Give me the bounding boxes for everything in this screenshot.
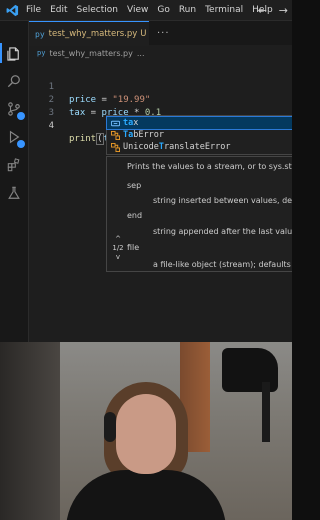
python-file-icon: py	[35, 29, 45, 39]
line-number: 4	[48, 121, 54, 131]
forward-arrow-icon[interactable]: →	[279, 4, 288, 17]
suggestion-item[interactable]: tax	[106, 116, 292, 130]
chevron-down-icon[interactable]: v	[111, 253, 125, 262]
chevron-up-icon[interactable]: ^	[111, 235, 125, 244]
menu-selection[interactable]: Selection	[77, 5, 118, 15]
active-indicator	[0, 43, 2, 63]
suggestion-rest: x	[133, 118, 139, 128]
code-line: 2 tax = price * 0.1	[29, 81, 162, 118]
hint-param-name: file	[127, 243, 140, 252]
changes-badge-icon	[17, 112, 25, 120]
token-bracket: (	[96, 133, 104, 145]
token-operator: =	[85, 108, 102, 118]
hint-param-name: sep	[127, 181, 142, 190]
hint-param-desc: string inserted between values, default	[153, 196, 292, 205]
breadcrumb-python-icon: py	[37, 49, 46, 57]
token-operator: =	[96, 95, 113, 105]
overload-navigator: ^ 1/2 v	[111, 235, 125, 262]
suggestion-prefix: Unicode	[123, 142, 159, 152]
hint-param-desc: a file-like object (stream); defaults to…	[153, 260, 292, 269]
token-string: "19.99"	[112, 95, 151, 105]
more-actions-icon[interactable]: ...	[157, 25, 170, 36]
search-icon[interactable]	[6, 73, 22, 89]
suggestion-rest: bError	[133, 130, 164, 140]
breadcrumb-more[interactable]: ...	[137, 49, 145, 58]
breadcrumb-file[interactable]: test_why_matters.py	[49, 49, 132, 58]
token-variable: tax	[69, 108, 86, 118]
extensions-icon[interactable]	[6, 157, 22, 173]
title-bar: File Edit Selection View Go Run Terminal…	[0, 0, 292, 21]
suggestion-item[interactable]: UnicodeTranslateError	[107, 141, 292, 153]
suggestion-item[interactable]: TabError	[107, 129, 292, 141]
background-lamp-arm	[262, 382, 270, 442]
suggestion-rest: ranslateError	[163, 142, 231, 152]
menu-go[interactable]: Go	[157, 5, 169, 15]
explorer-icon[interactable]	[6, 45, 22, 61]
testing-flask-icon[interactable]	[6, 185, 22, 201]
autocomplete-suggest-widget: tax TabError UnicodeTranslateError	[106, 115, 292, 155]
code-line: 3	[29, 94, 62, 118]
variable-icon	[110, 118, 120, 128]
run-badge-icon	[17, 140, 25, 148]
breadcrumb: py test_why_matters.py ...	[29, 45, 292, 61]
class-icon	[110, 142, 120, 152]
overload-counter: 1/2	[112, 244, 124, 252]
run-debug-icon[interactable]	[6, 129, 25, 148]
presenter-shirt	[66, 470, 226, 520]
hint-param-desc: string appended after the last value, d	[153, 227, 292, 236]
untracked-indicator: U	[140, 29, 147, 39]
presenter-face	[116, 394, 176, 474]
headset-icon	[104, 412, 116, 442]
vscode-logo-icon	[0, 0, 24, 20]
menu-bar: File Edit Selection View Go Run Terminal…	[26, 5, 273, 15]
navigation-controls: ← →	[258, 0, 288, 20]
webcam-overlay	[0, 342, 292, 520]
token-function: print	[69, 134, 97, 144]
tab-test-why-matters[interactable]: py test_why_matters.py U	[29, 21, 149, 46]
suggestion-match: ta	[123, 118, 134, 128]
hint-summary: Prints the values to a stream, or to sys…	[127, 162, 292, 171]
menu-view[interactable]: View	[127, 5, 148, 15]
class-icon	[110, 130, 120, 140]
menu-edit[interactable]: Edit	[50, 5, 67, 15]
suggestion-match: Ta	[123, 130, 134, 140]
tab-label: test_why_matters.py	[48, 29, 138, 39]
editor-tab-bar: py test_why_matters.py U ...	[29, 21, 292, 46]
activity-bar	[0, 21, 29, 342]
token-variable: price	[69, 95, 97, 105]
vscode-window: File Edit Selection View Go Run Terminal…	[0, 0, 292, 342]
background-door	[0, 342, 60, 520]
menu-terminal[interactable]: Terminal	[205, 5, 243, 15]
menu-run[interactable]: Run	[179, 5, 196, 15]
back-arrow-icon[interactable]: ←	[258, 4, 267, 17]
menu-file[interactable]: File	[26, 5, 41, 15]
source-control-icon[interactable]	[6, 101, 25, 120]
code-line: 1 price = "19.99"	[29, 68, 151, 105]
hint-param-name: end	[127, 211, 143, 220]
code-line-active: 4 print(ta)	[29, 107, 123, 145]
parameter-hint-widget: Prints the values to a stream, or to sys…	[106, 156, 292, 272]
